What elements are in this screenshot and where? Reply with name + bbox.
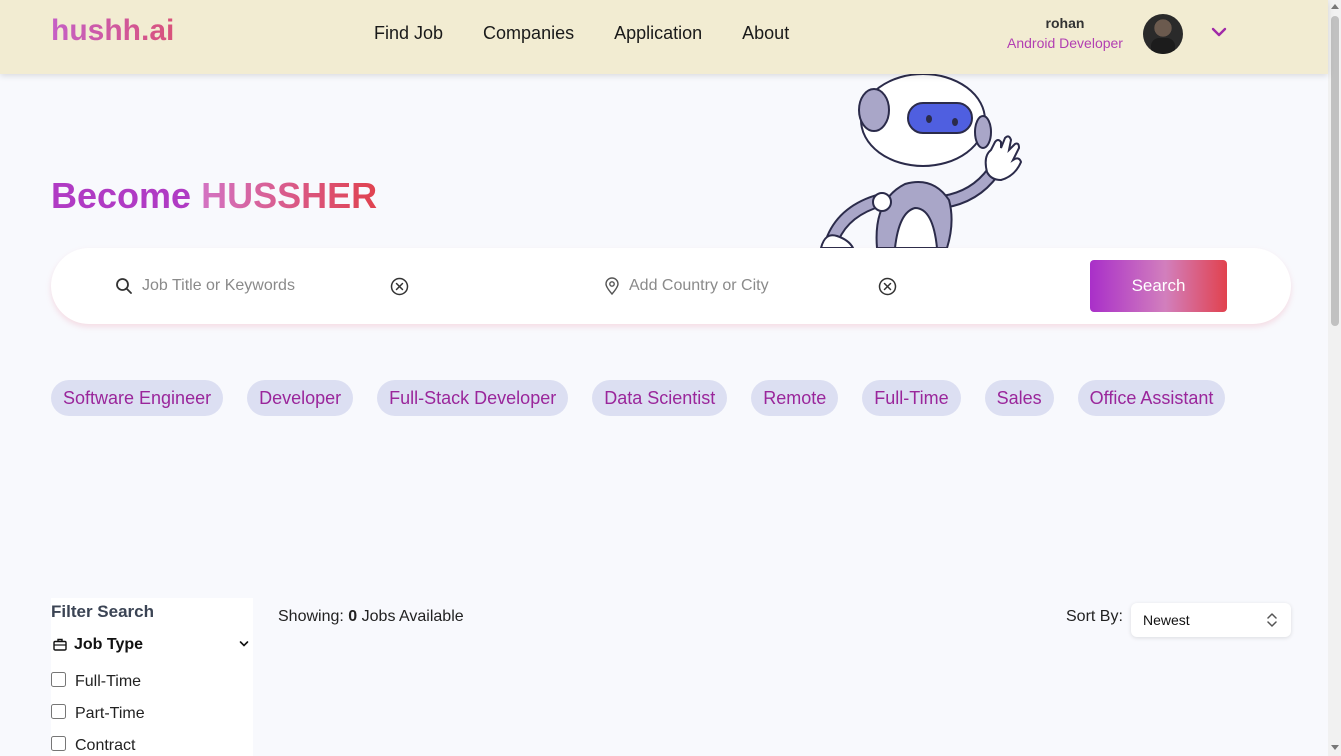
chip-remote[interactable]: Remote	[751, 380, 839, 416]
search-icon	[116, 278, 132, 294]
chip-software-engineer[interactable]: Software Engineer	[51, 380, 224, 416]
hero-title-part2: HUSSHER	[201, 175, 378, 216]
job-type-toggle[interactable]: Job Type	[51, 634, 253, 658]
clear-location-icon[interactable]	[878, 277, 897, 296]
user-role: Android Developer	[1007, 35, 1123, 51]
chip-full-time[interactable]: Full-Time	[862, 380, 961, 416]
scroll-up-arrow-icon[interactable]	[1331, 4, 1339, 9]
user-name: rohan	[1045, 15, 1085, 31]
nav-find-job[interactable]: Find Job	[374, 23, 443, 44]
chip-full-stack-developer[interactable]: Full-Stack Developer	[377, 380, 569, 416]
nav-about[interactable]: About	[742, 23, 789, 44]
option-label: Part-Time	[75, 705, 145, 722]
robot-illustration	[819, 73, 1023, 248]
job-count: 0	[348, 608, 358, 625]
scrollbar-thumb[interactable]	[1331, 16, 1339, 326]
option-part-time: Part-Time	[51, 702, 253, 724]
user-info: rohan Android Developer	[990, 15, 1140, 51]
chip-developer[interactable]: Developer	[247, 380, 354, 416]
results-count: Showing: 0 Jobs Available	[278, 608, 464, 626]
jobs-available-label: Jobs Available	[361, 608, 464, 625]
sort-value: Newest	[1143, 612, 1190, 628]
chevron-down-icon	[239, 641, 249, 647]
part-time-checkbox[interactable]	[51, 704, 66, 719]
filter-panel: Filter Search Job Type Full-Time Part-Ti…	[51, 598, 253, 756]
select-arrows-icon	[1267, 613, 1277, 627]
sort-select[interactable]: Newest	[1131, 603, 1291, 637]
job-type-label: Job Type	[74, 636, 144, 653]
scroll-down-arrow-icon[interactable]	[1331, 745, 1339, 750]
main-nav: Find Job Companies Application About	[374, 23, 789, 44]
contract-checkbox[interactable]	[51, 736, 66, 751]
sort-label: Sort By:	[1066, 608, 1123, 625]
option-label: Contract	[75, 737, 136, 754]
showing-label: Showing:	[278, 608, 344, 625]
search-bar: Search	[51, 248, 1291, 324]
hero-title-part1: Become	[51, 175, 192, 216]
hero-title: Become HUSSHER	[51, 175, 377, 217]
location-pin-icon	[605, 277, 619, 295]
location-input[interactable]	[629, 274, 869, 298]
option-full-time: Full-Time	[51, 670, 253, 692]
page-scrollbar[interactable]	[1328, 0, 1341, 756]
avatar[interactable]	[1143, 14, 1183, 54]
logo[interactable]: hushh.ai	[51, 14, 174, 48]
clear-keyword-icon[interactable]	[390, 277, 409, 296]
option-label: Full-Time	[75, 673, 142, 690]
chip-data-scientist[interactable]: Data Scientist	[592, 380, 728, 416]
briefcase-icon	[53, 638, 67, 651]
chevron-down-icon[interactable]	[1209, 22, 1229, 42]
chip-office-assistant[interactable]: Office Assistant	[1077, 380, 1226, 416]
chip-sales[interactable]: Sales	[984, 380, 1054, 416]
search-button[interactable]: Search	[1090, 260, 1227, 312]
nav-companies[interactable]: Companies	[483, 23, 574, 44]
option-contract: Contract	[51, 734, 253, 756]
suggestion-chips: Software Engineer Developer Full-Stack D…	[51, 380, 1226, 416]
nav-application[interactable]: Application	[614, 23, 702, 44]
full-time-checkbox[interactable]	[51, 672, 66, 687]
top-header: hushh.ai Find Job Companies Application …	[0, 0, 1328, 74]
keyword-input[interactable]	[142, 274, 382, 298]
filter-title: Filter Search	[51, 602, 154, 621]
